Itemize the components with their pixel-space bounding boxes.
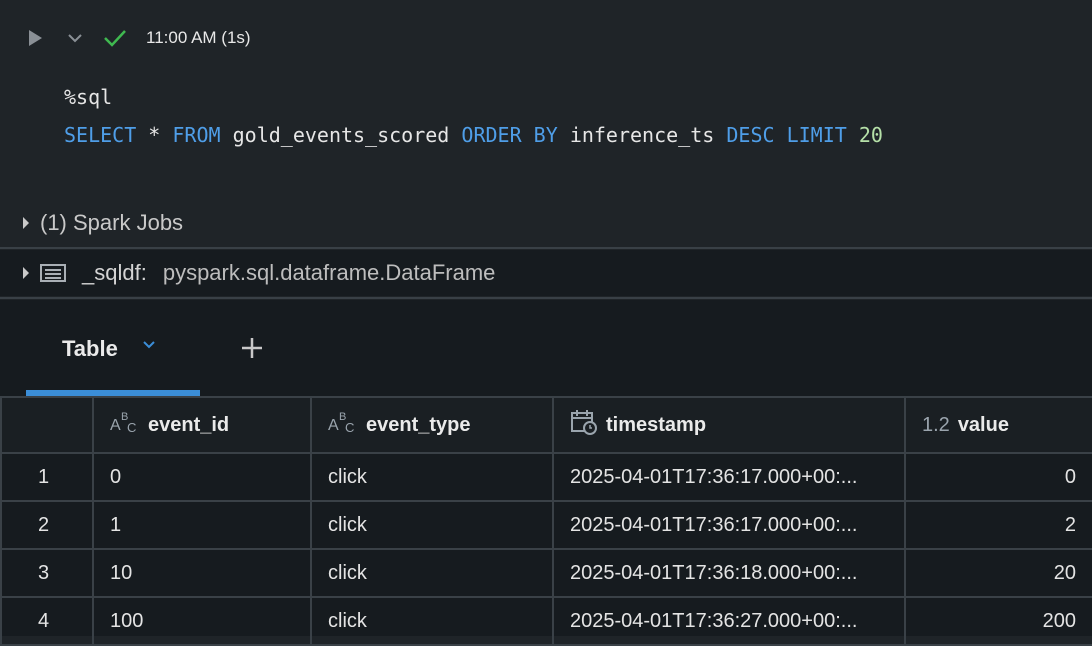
svg-text:A: A (328, 417, 339, 434)
code-line-2: SELECT * FROM gold_events_scored ORDER B… (64, 123, 883, 147)
dataframe-info-toggle[interactable]: _sqldf: pyspark.sql.dataframe.DataFrame (0, 250, 1092, 296)
table-row: 2 1 click 2025-04-01T17:36:17.000+00:...… (0, 500, 1092, 550)
row-number-header (0, 396, 94, 454)
column-name: value (957, 413, 1009, 436)
cell-event-type[interactable]: click (310, 548, 554, 598)
table-row: 1 0 click 2025-04-01T17:36:17.000+00:...… (0, 452, 1092, 502)
cell-event-id[interactable]: 0 (92, 452, 312, 502)
code-line-1: %sql (64, 85, 113, 109)
table-row: 3 10 click 2025-04-01T17:36:18.000+00:..… (0, 548, 1092, 598)
table-header-row: ABC event_id ABC event_type timestamp 1.… (0, 396, 1092, 454)
row-number: 2 (0, 500, 94, 550)
cell-timestamp[interactable]: 2025-04-01T17:36:17.000+00:... (552, 500, 906, 550)
column-header-event-id[interactable]: ABC event_id (92, 396, 312, 454)
cell-event-type[interactable]: click (310, 596, 554, 646)
cell-timestamp[interactable]: 2025-04-01T17:36:27.000+00:... (552, 596, 906, 646)
decimal-type-icon: 1.2 (922, 413, 950, 436)
success-indicator (102, 25, 128, 51)
code-editor[interactable]: %sql SELECT * FROM gold_events_scored ORD… (64, 78, 883, 154)
tab-label: Table (62, 336, 118, 361)
results-panel: Table ABC event_id A B C event_type time… (0, 300, 1092, 646)
chevron-down-icon (68, 34, 82, 43)
table-icon (40, 264, 66, 282)
cell-value[interactable]: 2 (904, 500, 1092, 550)
cell-event-type[interactable]: click (310, 500, 554, 550)
column-name: event_id (148, 413, 230, 436)
divider (0, 297, 1092, 299)
cell-value[interactable]: 0 (904, 452, 1092, 502)
svg-text:A: A (110, 417, 121, 434)
string-type-icon: ABC (328, 410, 358, 440)
svg-text:C: C (127, 420, 136, 434)
results-table: ABC event_id ABC event_type timestamp 1.… (0, 396, 1092, 646)
run-timestamp: 11:00 AM (1s) (146, 28, 251, 47)
cell-event-id[interactable]: 1 (92, 500, 312, 550)
checkmark-icon (104, 30, 126, 47)
column-header-timestamp[interactable]: timestamp (552, 396, 906, 454)
run-cell-button[interactable] (22, 25, 48, 51)
caret-right-icon (23, 217, 29, 229)
plus-icon (242, 338, 262, 358)
row-number: 3 (0, 548, 94, 598)
table-row: 4 100 click 2025-04-01T17:36:27.000+00:.… (0, 596, 1092, 646)
cell-event-id[interactable]: 10 (92, 548, 312, 598)
column-name: timestamp (606, 413, 707, 436)
run-options-dropdown[interactable] (62, 25, 88, 51)
column-header-value[interactable]: 1.2 value (904, 396, 1092, 454)
divider (0, 247, 1092, 249)
cell-timestamp[interactable]: 2025-04-01T17:36:17.000+00:... (552, 452, 906, 502)
row-number: 1 (0, 452, 94, 502)
timestamp-type-icon (570, 408, 598, 442)
notebook-cell: 11:00 AM (1s) %sql SELECT * FROM gold_eve… (0, 0, 1092, 248)
svg-text:C: C (345, 420, 354, 434)
cell-toolbar: 11:00 AM (1s) (22, 24, 251, 52)
row-number: 4 (0, 596, 94, 646)
results-tabbar: Table (0, 300, 1092, 396)
chevron-down-icon[interactable] (142, 340, 156, 350)
cell-timestamp[interactable]: 2025-04-01T17:36:18.000+00:... (552, 548, 906, 598)
dataframe-type: pyspark.sql.dataframe.DataFrame (162, 260, 496, 285)
column-name: event_type (366, 413, 471, 436)
add-visualization-button[interactable] (236, 332, 268, 364)
cell-event-id[interactable]: 100 (92, 596, 312, 646)
tab-table[interactable]: Table (26, 300, 200, 396)
spark-jobs-toggle[interactable]: (1) Spark Jobs (0, 200, 1092, 246)
string-type-icon: ABC (110, 410, 140, 440)
play-icon (29, 30, 42, 46)
cell-value[interactable]: 200 (904, 596, 1092, 646)
cell-value[interactable]: 20 (904, 548, 1092, 598)
spark-jobs-label: (1) Spark Jobs (40, 210, 184, 235)
cell-event-type[interactable]: click (310, 452, 554, 502)
caret-right-icon (23, 267, 29, 279)
column-header-event-type[interactable]: ABC event_type (310, 396, 554, 454)
dataframe-name: _sqldf: (82, 260, 147, 285)
